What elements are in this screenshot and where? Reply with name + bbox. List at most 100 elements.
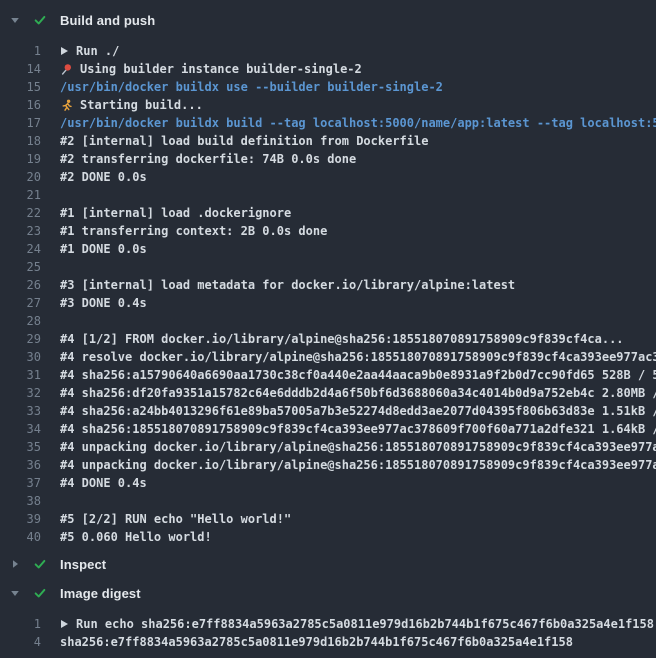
log-line: 39 #5 [2/2] RUN echo "Hello world!" — [0, 510, 656, 528]
log-text: #1 transferring context: 2B 0.0s done — [60, 224, 327, 238]
workflow-log-panel: Build and push1Run ./14Using builder ins… — [0, 0, 656, 651]
log-line: 27 #3 DONE 0.4s — [0, 294, 656, 312]
log-line-content: #4 unpacking docker.io/library/alpine@sh… — [60, 440, 656, 454]
log-line: 15/usr/bin/docker buildx use --builder b… — [0, 78, 656, 96]
log-line: 17/usr/bin/docker buildx build --tag loc… — [0, 114, 656, 132]
log-line: 14 Using builder instance builder-single-… — [0, 60, 656, 78]
line-number[interactable]: 22 — [0, 206, 41, 220]
log-line: 18 #2 [internal] load build definition fr… — [0, 132, 656, 150]
line-number[interactable]: 21 — [0, 188, 41, 202]
line-number[interactable]: 29 — [0, 332, 41, 346]
log-text: #4 sha256:df20fa9351a15782c64e6dddb2d4a6… — [60, 386, 656, 400]
log-line-content: #4 sha256:a15790640a6690aa1730c38cf0a440… — [60, 368, 656, 382]
log-line: 31 #4 sha256:a15790640a6690aa1730c38cf0a4… — [0, 366, 656, 384]
section-log-lines: 1 Run ./ 14 Using builder instance builder-… — [0, 42, 656, 546]
line-number[interactable]: 28 — [0, 314, 41, 328]
success-check-icon — [33, 13, 47, 27]
log-line: 16Starting build... — [0, 96, 656, 114]
section-header-build-and-push[interactable]: Build and push — [0, 8, 656, 32]
log-line: 23 #1 transferring context: 2B 0.0s done — [0, 222, 656, 240]
log-text: #4 sha256:a24bb4013296f61e89ba57005a7b3e… — [60, 404, 656, 418]
log-line: 1 Run echo sha256:e7ff8834a5963a2785c5a08… — [0, 615, 656, 633]
section-header-inspect[interactable]: Inspect — [0, 552, 656, 576]
log-line: 24 #1 DONE 0.0s — [0, 240, 656, 258]
log-line: 4 sha256:e7ff8834a5963a2785c5a0811e979d16… — [0, 633, 656, 651]
line-number[interactable]: 24 — [0, 242, 41, 256]
expand-run-icon[interactable] — [60, 619, 69, 629]
line-number[interactable]: 19 — [0, 152, 41, 166]
log-line-content: /usr/bin/docker buildx build --tag local… — [60, 116, 656, 130]
line-number[interactable]: 36 — [0, 458, 41, 472]
success-check-icon — [33, 557, 47, 571]
line-number[interactable]: 20 — [0, 170, 41, 184]
log-section-build-and-push: Build and push 1 Run ./ 14 Using builder ins… — [0, 8, 656, 546]
log-line-content: #4 [1/2] FROM docker.io/library/alpine@s… — [60, 332, 624, 346]
line-number[interactable]: 37 — [0, 476, 41, 490]
log-line: 37#4 DONE 0.4s — [0, 474, 656, 492]
log-line: 34 #4 sha256:185518070891758909c9f839cf4c… — [0, 420, 656, 438]
line-number[interactable]: 32 — [0, 386, 41, 400]
log-text: sha256:e7ff8834a5963a2785c5a0811e979d16b… — [60, 635, 573, 649]
line-number[interactable]: 38 — [0, 494, 41, 508]
expand-run-icon[interactable] — [60, 46, 69, 56]
log-line-content: #1 [internal] load .dockerignore — [60, 206, 291, 220]
line-number[interactable]: 1 — [0, 44, 41, 58]
line-number[interactable]: 25 — [0, 260, 41, 274]
log-text: #4 sha256:a15790640a6690aa1730c38cf0a440… — [60, 368, 656, 382]
log-line-content: #4 sha256:a24bb4013296f61e89ba57005a7b3e… — [60, 404, 656, 418]
chevron-down-icon — [10, 588, 22, 598]
log-text: #4 sha256:185518070891758909c9f839cf4ca3… — [60, 422, 656, 436]
line-number[interactable]: 27 — [0, 296, 41, 310]
log-text: #3 DONE 0.4s — [60, 296, 147, 310]
log-text: /usr/bin/docker buildx use --builder bui… — [60, 80, 443, 94]
line-number[interactable]: 23 — [0, 224, 41, 238]
line-number[interactable]: 4 — [0, 635, 41, 649]
line-number[interactable]: 17 — [0, 116, 41, 130]
log-line: 25 — [0, 258, 656, 276]
section-title: Image digest — [60, 586, 141, 601]
log-line-content: #1 DONE 0.0s — [60, 242, 147, 256]
log-line: 35 #4 unpacking docker.io/library/alpine@… — [0, 438, 656, 456]
log-line-content: #3 DONE 0.4s — [60, 296, 147, 310]
log-line-content: sha256:e7ff8834a5963a2785c5a0811e979d16b… — [60, 635, 573, 649]
section-header-image-digest[interactable]: Image digest — [0, 581, 656, 605]
log-text: #4 [1/2] FROM docker.io/library/alpine@s… — [60, 332, 624, 346]
log-text: #3 [internal] load metadata for docker.i… — [60, 278, 515, 292]
log-text: #2 [internal] load build definition from… — [60, 134, 428, 148]
line-number[interactable]: 15 — [0, 80, 41, 94]
section-title: Inspect — [60, 557, 106, 572]
line-number[interactable]: 14 — [0, 62, 41, 76]
log-line: 19 #2 transferring dockerfile: 74B 0.0s d… — [0, 150, 656, 168]
log-text: Run ./ — [76, 44, 119, 58]
log-text: /usr/bin/docker buildx build --tag local… — [60, 116, 656, 130]
log-line: 22 #1 [internal] load .dockerignore — [0, 204, 656, 222]
runner-icon — [60, 99, 73, 112]
log-text: #4 unpacking docker.io/library/alpine@sh… — [60, 440, 656, 454]
line-number[interactable]: 39 — [0, 512, 41, 526]
log-line: 28 — [0, 312, 656, 330]
line-number[interactable]: 30 — [0, 350, 41, 364]
line-number[interactable]: 16 — [0, 98, 41, 112]
log-text: #5 [2/2] RUN echo "Hello world!" — [60, 512, 291, 526]
line-number[interactable]: 34 — [0, 422, 41, 436]
log-text: #1 [internal] load .dockerignore — [60, 206, 291, 220]
log-text: #5 0.060 Hello world! — [60, 530, 212, 544]
log-line-content: #2 transferring dockerfile: 74B 0.0s don… — [60, 152, 356, 166]
line-number[interactable]: 18 — [0, 134, 41, 148]
line-number[interactable]: 35 — [0, 440, 41, 454]
log-line-content: Using builder instance builder-single-2 — [60, 62, 362, 76]
section-title: Build and push — [60, 13, 155, 28]
log-text: #2 DONE 0.0s — [60, 170, 147, 184]
line-number[interactable]: 1 — [0, 617, 41, 631]
log-line-content: /usr/bin/docker buildx use --builder bui… — [60, 80, 443, 94]
line-number[interactable]: 31 — [0, 368, 41, 382]
line-number[interactable]: 40 — [0, 530, 41, 544]
log-text: Run echo sha256:e7ff8834a5963a2785c5a081… — [76, 617, 654, 631]
log-line: 40 #5 0.060 Hello world! — [0, 528, 656, 546]
log-line: 29 #4 [1/2] FROM docker.io/library/alpine… — [0, 330, 656, 348]
log-text: #2 transferring dockerfile: 74B 0.0s don… — [60, 152, 356, 166]
log-text: Using builder instance builder-single-2 — [80, 62, 362, 76]
log-line-content: #2 DONE 0.0s — [60, 170, 147, 184]
line-number[interactable]: 33 — [0, 404, 41, 418]
line-number[interactable]: 26 — [0, 278, 41, 292]
